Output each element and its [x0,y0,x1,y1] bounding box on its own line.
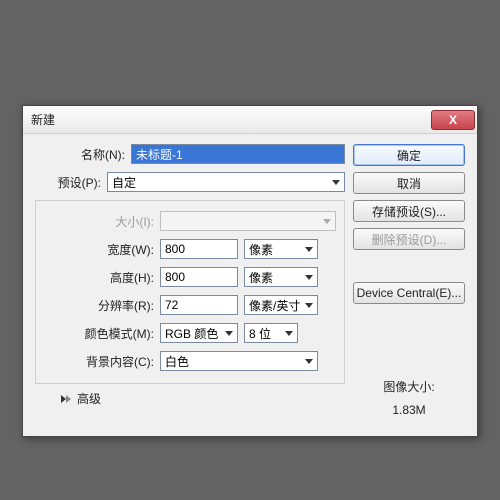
chevron-down-icon [305,247,313,252]
height-row: 高度(H): 像素 [44,267,336,287]
chevron-double-icon [61,395,71,403]
delete-preset-button: 删除预设(D)... [353,228,465,250]
chevron-down-icon [305,359,313,364]
preset-row: 预设(P): 自定 [35,172,345,192]
imagesize-value: 1.83M [353,399,465,422]
width-input[interactable] [160,239,238,259]
new-document-dialog: 新建 X 名称(N): 预设(P): 自定 大小(I): [22,105,478,437]
colordepth-value: 8 位 [249,325,281,342]
size-select [160,211,336,231]
resolution-row: 分辨率(R): 像素/英寸 [44,295,336,315]
chevron-down-icon [305,303,313,308]
width-label: 宽度(W): [44,241,160,258]
width-unit-select[interactable]: 像素 [244,239,318,259]
height-label: 高度(H): [44,269,160,286]
bg-select[interactable]: 白色 [160,351,318,371]
device-central-button[interactable]: Device Central(E)... [353,282,465,304]
side-column: 确定 取消 存储预设(S)... 删除预设(D)... Device Centr… [353,144,465,422]
dialog-title: 新建 [31,111,431,128]
colormode-value: RGB 颜色 [165,325,221,342]
image-size-info: 图像大小: 1.83M [353,376,465,422]
size-label: 大小(I): [44,213,160,230]
chevron-down-icon [225,331,233,336]
colormode-label: 颜色模式(M): [44,325,160,342]
preset-value: 自定 [112,174,328,191]
name-row: 名称(N): [35,144,345,164]
size-row: 大小(I): [44,211,336,231]
preset-label: 预设(P): [35,174,107,191]
width-row: 宽度(W): 像素 [44,239,336,259]
imagesize-label: 图像大小: [353,376,465,399]
colormode-row: 颜色模式(M): RGB 颜色 8 位 [44,323,336,343]
height-unit-select[interactable]: 像素 [244,267,318,287]
width-unit-value: 像素 [249,241,301,258]
height-input[interactable] [160,267,238,287]
form-column: 名称(N): 预设(P): 自定 大小(I): [35,144,345,422]
close-button[interactable]: X [431,110,475,130]
chevron-down-icon [285,331,293,336]
preset-select[interactable]: 自定 [107,172,345,192]
resolution-input[interactable] [160,295,238,315]
dialog-body: 名称(N): 预设(P): 自定 大小(I): [23,134,477,436]
preset-fieldset: 大小(I): 宽度(W): 像素 高度(H): [35,200,345,384]
chevron-down-icon [332,180,340,185]
name-label: 名称(N): [35,146,131,163]
colormode-select[interactable]: RGB 颜色 [160,323,238,343]
height-unit-value: 像素 [249,269,301,286]
ok-button[interactable]: 确定 [353,144,465,166]
save-preset-button[interactable]: 存储预设(S)... [353,200,465,222]
close-icon: X [449,113,457,127]
bg-value: 白色 [165,353,301,370]
resolution-unit-value: 像素/英寸 [249,297,301,314]
resolution-unit-select[interactable]: 像素/英寸 [244,295,318,315]
name-input[interactable] [131,144,345,164]
advanced-label: 高级 [77,390,101,407]
advanced-toggle[interactable]: 高级 [35,390,345,407]
cancel-button[interactable]: 取消 [353,172,465,194]
bg-label: 背景内容(C): [44,353,160,370]
chevron-down-icon [305,275,313,280]
resolution-label: 分辨率(R): [44,297,160,314]
colordepth-select[interactable]: 8 位 [244,323,298,343]
bg-row: 背景内容(C): 白色 [44,351,336,371]
chevron-down-icon [323,219,331,224]
titlebar[interactable]: 新建 X [23,106,477,134]
